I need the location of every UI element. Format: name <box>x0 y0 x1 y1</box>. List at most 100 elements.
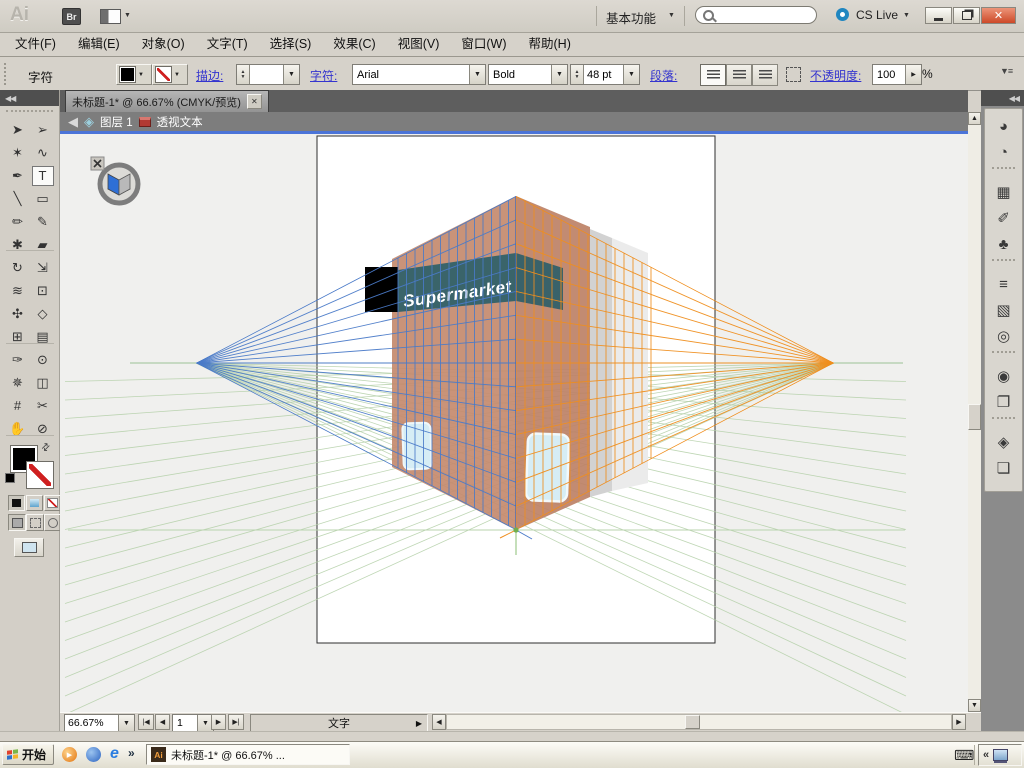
menu-item-select[interactable]: 选择(S) <box>259 32 323 56</box>
perspective-grid-tool[interactable]: ◇ <box>32 304 54 324</box>
font-size-combo[interactable]: ▲▼ 48 pt ▼ <box>570 64 640 85</box>
font-style-caret[interactable]: ▼ <box>551 65 567 84</box>
menu-item-window[interactable]: 窗口(W) <box>450 32 517 56</box>
stroke-weight-caret[interactable]: ▼ <box>283 65 299 84</box>
h-scroll-track[interactable] <box>446 714 952 730</box>
menu-item-file[interactable]: 文件(F) <box>4 32 67 56</box>
font-family-combo[interactable]: Arial ▼ <box>352 64 486 85</box>
swap-fill-stroke-icon[interactable]: ⇄ <box>39 441 53 455</box>
stroke-weight-label[interactable]: 描边: <box>196 67 223 84</box>
menu-item-effect[interactable]: 效果(C) <box>322 32 386 56</box>
color-panel-icon[interactable]: ◕ <box>985 113 1022 139</box>
touch-type-icon[interactable] <box>786 67 801 82</box>
origin-point[interactable] <box>513 527 518 532</box>
canvas[interactable]: Supermarket <box>60 134 968 712</box>
arrange-documents-caret[interactable]: ▼ <box>124 12 131 19</box>
first-artboard-button[interactable]: |◀ <box>138 714 154 730</box>
blend-tool[interactable]: ⊙ <box>32 350 54 370</box>
gradient-panel-icon[interactable]: ▧ <box>985 297 1022 323</box>
search-input[interactable] <box>695 6 817 24</box>
tools-collapse-button[interactable]: ◀◀ <box>0 90 59 106</box>
artboards-panel-icon[interactable]: ❏ <box>985 455 1022 481</box>
restore-button[interactable] <box>953 7 980 24</box>
align-center-button[interactable] <box>726 64 752 86</box>
exit-isolation-back-icon[interactable]: ◀ <box>68 114 78 130</box>
msn-quicklaunch-icon[interactable] <box>86 747 101 762</box>
dock-grip[interactable] <box>992 351 1015 361</box>
v-scroll-thumb[interactable] <box>968 404 981 430</box>
free-transform-tool[interactable]: ⊡ <box>32 281 54 301</box>
minimize-button[interactable] <box>925 7 952 24</box>
scale-tool[interactable]: ⇲ <box>32 258 54 278</box>
character-label[interactable]: 字符: <box>310 67 337 84</box>
stroke-weight-spinner[interactable]: ▲▼ <box>237 65 250 84</box>
document-tab-close-icon[interactable]: ✕ <box>247 94 262 109</box>
workspace-switcher[interactable]: 基本功能 <box>606 8 656 27</box>
gradient-mode-button[interactable] <box>26 495 43 511</box>
wmp-quicklaunch-icon[interactable]: ▶ <box>62 747 77 762</box>
taskbar-task-button[interactable]: Ai 未标题-1* @ 66.67% ... <box>146 744 350 765</box>
status-display[interactable]: 文字 ▶ <box>250 714 428 732</box>
breadcrumb-object[interactable]: 透视文本 <box>157 114 203 130</box>
opacity-caret[interactable]: ▶ <box>905 65 921 84</box>
color-mode-button[interactable] <box>8 495 25 511</box>
direct-selection-tool[interactable]: ➢ <box>32 120 54 140</box>
font-size-caret[interactable]: ▼ <box>623 65 639 84</box>
workspace-caret[interactable]: ▼ <box>668 12 675 19</box>
paintbrush-tool[interactable]: ✏ <box>7 212 29 232</box>
graphic-styles-panel-icon[interactable]: ❐ <box>985 389 1022 415</box>
align-right-button[interactable] <box>752 64 778 86</box>
dock-collapse-button[interactable]: ◀◀ <box>981 90 1024 106</box>
artboard-number-combo[interactable]: 1 ▼ <box>172 714 214 732</box>
tools-grip[interactable] <box>6 110 53 112</box>
scroll-up-icon[interactable]: ▲ <box>968 112 981 125</box>
scroll-down-icon[interactable]: ▼ <box>968 699 981 712</box>
panel-menu-icon[interactable]: ▼≡ <box>1000 66 1012 76</box>
building-extension-slab-light[interactable] <box>612 238 648 491</box>
h-scroll-thumb[interactable] <box>685 715 700 729</box>
brushes-panel-icon[interactable]: ✐ <box>985 205 1022 231</box>
status-menu-icon[interactable]: ▶ <box>416 719 422 728</box>
dock-grip[interactable] <box>992 259 1015 269</box>
draw-behind-button[interactable] <box>26 514 44 531</box>
start-button[interactable]: 开始 <box>2 744 54 765</box>
lasso-tool[interactable]: ∿ <box>32 143 54 163</box>
arrange-documents-icon[interactable] <box>100 9 121 24</box>
stroke-panel-icon[interactable]: ≡ <box>985 271 1022 297</box>
opacity-label[interactable]: 不透明度: <box>810 67 861 84</box>
menu-item-edit[interactable]: 编辑(E) <box>67 32 131 56</box>
artboard-tool[interactable]: # <box>7 396 29 416</box>
stroke-color-combo[interactable]: ▼ <box>152 64 188 85</box>
scroll-left-icon[interactable]: ◀ <box>432 714 446 730</box>
menu-item-help[interactable]: 帮助(H) <box>518 32 582 56</box>
panel-grip[interactable] <box>4 63 11 85</box>
dock-grip[interactable] <box>992 167 1015 177</box>
menu-item-type[interactable]: 文字(T) <box>196 32 259 56</box>
paragraph-label[interactable]: 段落: <box>650 67 677 84</box>
draw-normal-button[interactable] <box>8 514 26 531</box>
swatches-panel-icon[interactable]: ▦ <box>985 179 1022 205</box>
bridge-button[interactable]: Br <box>62 8 81 25</box>
font-family-caret[interactable]: ▼ <box>469 65 485 84</box>
menu-item-object[interactable]: 对象(O) <box>131 32 196 56</box>
pen-tool[interactable]: ✒ <box>7 166 29 186</box>
next-artboard-button[interactable]: ▶ <box>211 714 226 730</box>
fill-color-combo[interactable]: ▼ <box>116 64 152 85</box>
magic-wand-tool[interactable]: ✶ <box>7 143 29 163</box>
cs-live-label[interactable]: CS Live <box>856 8 898 22</box>
font-style-combo[interactable]: Bold ▼ <box>488 64 568 85</box>
width-tool[interactable]: ≋ <box>7 281 29 301</box>
symbols-panel-icon[interactable]: ♣ <box>985 231 1022 257</box>
window-right[interactable] <box>526 433 569 501</box>
stroke-weight-combo[interactable]: ▲▼ ▼ <box>236 64 300 85</box>
eraser-tool[interactable]: ▰ <box>32 235 54 255</box>
close-button[interactable]: ✕ <box>981 7 1016 24</box>
selection-tool[interactable]: ➤ <box>7 120 29 140</box>
menu-item-view[interactable]: 视图(V) <box>387 32 451 56</box>
cs-live-caret[interactable]: ▼ <box>903 12 910 19</box>
keyboard-tray-icon[interactable]: ⌨ <box>954 747 974 764</box>
last-artboard-button[interactable]: ▶| <box>228 714 244 730</box>
vertical-scrollbar[interactable]: ▲ ▼ <box>968 112 981 712</box>
zoom-combo[interactable]: 66.67% ▼ <box>64 714 135 732</box>
color-guide-panel-icon[interactable]: ◔ <box>985 139 1022 165</box>
